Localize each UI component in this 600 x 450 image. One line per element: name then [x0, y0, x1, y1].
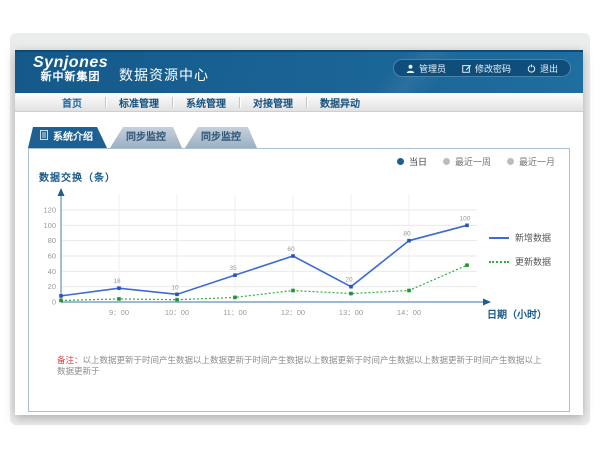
logout-label: 退出: [540, 62, 558, 75]
tab-label: 系统介绍: [53, 127, 93, 148]
user-actions-pill: 管理员 修改密码 退出: [393, 59, 571, 77]
nav-item-system-mgmt[interactable]: 系统管理: [173, 95, 239, 110]
logout-button[interactable]: 退出: [527, 62, 558, 75]
tab-sync-monitor-2[interactable]: 同步监控: [185, 127, 257, 148]
footnote-text: 以上数据更新于时间产生数据以上数据更新于时间产生数据以上数据更新于时间产生数据以…: [57, 355, 542, 376]
legend-new-data-label: 新增数据: [515, 231, 551, 244]
user-icon: [406, 64, 415, 73]
nav-item-interface-mgmt[interactable]: 对接管理: [240, 95, 306, 110]
company-logo: Synjones 新中新集团: [33, 55, 108, 83]
document-icon: [40, 127, 48, 148]
svg-text:60: 60: [48, 252, 56, 261]
chart-legend: 新增数据 更新数据: [489, 231, 551, 268]
chart-panel: 0 20 40 60 80 100 120 9：00 10：00 11：00 12：00 13：00 1…: [28, 148, 570, 412]
svg-text:100: 100: [43, 221, 56, 230]
svg-text:18: 18: [113, 278, 121, 285]
content-area: 系统介绍 同步监控 同步监控 0 20 40 60 80 100 120 9：00 10：00 1…: [15, 112, 583, 415]
admin-user-button[interactable]: 管理员: [406, 62, 446, 75]
svg-text:10: 10: [171, 284, 179, 291]
svg-text:11：00: 11：00: [223, 308, 247, 317]
svg-text:80: 80: [403, 231, 411, 238]
admin-user-label: 管理员: [419, 62, 446, 75]
legend-new-data[interactable]: 新增数据: [489, 231, 551, 244]
logo-text-en: Synjones: [33, 55, 108, 72]
svg-text:120: 120: [43, 206, 56, 215]
svg-text:9：00: 9：00: [109, 308, 129, 317]
radio-last-week-label: 最近一周: [455, 155, 491, 168]
svg-text:60: 60: [287, 246, 295, 253]
page-title: 数据资源中心: [119, 65, 209, 85]
nav-item-standard-mgmt[interactable]: 标准管理: [106, 95, 172, 110]
power-icon: [527, 64, 536, 73]
radio-today[interactable]: 当日: [397, 155, 427, 168]
radio-last-month-label: 最近一月: [519, 155, 555, 168]
nav-item-data-change[interactable]: 数据异动: [307, 95, 373, 110]
footnote-prefix: 备注：: [57, 355, 83, 365]
tab-bar: 系统介绍 同步监控 同步监控: [28, 127, 257, 148]
svg-text:35: 35: [229, 265, 237, 272]
range-filter-group: 当日 最近一周 最近一月: [397, 155, 555, 168]
svg-text:20: 20: [48, 282, 56, 291]
app-window: Synjones 新中新集团 数据资源中心 管理员 修改密码 退出: [15, 50, 583, 415]
tab-system-intro[interactable]: 系统介绍: [28, 127, 107, 148]
app-header: Synjones 新中新集团 数据资源中心 管理员 修改密码 退出: [15, 50, 583, 93]
radio-dot-icon: [397, 158, 404, 165]
radio-today-label: 当日: [409, 155, 427, 168]
svg-text:10：00: 10：00: [165, 308, 189, 317]
nav-item-home[interactable]: 首页: [39, 95, 105, 110]
footnote: 备注：以上数据更新于时间产生数据以上数据更新于时间产生数据以上数据更新于时间产生…: [57, 355, 549, 377]
change-password-label: 修改密码: [475, 62, 511, 75]
svg-text:100: 100: [460, 215, 471, 222]
tab-sync-monitor-1[interactable]: 同步监控: [110, 127, 182, 148]
svg-text:13：00: 13：00: [339, 308, 363, 317]
radio-dot-icon: [507, 158, 514, 165]
change-password-button[interactable]: 修改密码: [462, 62, 511, 75]
svg-text:40: 40: [48, 267, 56, 276]
dotted-line-swatch-icon: [489, 261, 509, 263]
y-axis-title: 数据交换（条）: [39, 169, 116, 184]
svg-text:日期（小时）: 日期（小时）: [487, 308, 547, 321]
main-navbar: 首页 标准管理 系统管理 对接管理 数据异动: [15, 93, 583, 112]
radio-dot-icon: [443, 158, 450, 165]
svg-text:20: 20: [345, 277, 353, 284]
svg-text:12：00: 12：00: [281, 308, 305, 317]
svg-text:14：00: 14：00: [397, 308, 421, 317]
radio-last-month[interactable]: 最近一月: [507, 155, 555, 168]
line-swatch-icon: [489, 237, 509, 239]
legend-update-data[interactable]: 更新数据: [489, 255, 551, 268]
edit-icon: [462, 64, 471, 73]
radio-last-week[interactable]: 最近一周: [443, 155, 491, 168]
legend-update-data-label: 更新数据: [515, 255, 551, 268]
svg-text:0: 0: [52, 298, 56, 307]
svg-text:80: 80: [48, 236, 56, 245]
logo-text-cn: 新中新集团: [33, 72, 108, 84]
